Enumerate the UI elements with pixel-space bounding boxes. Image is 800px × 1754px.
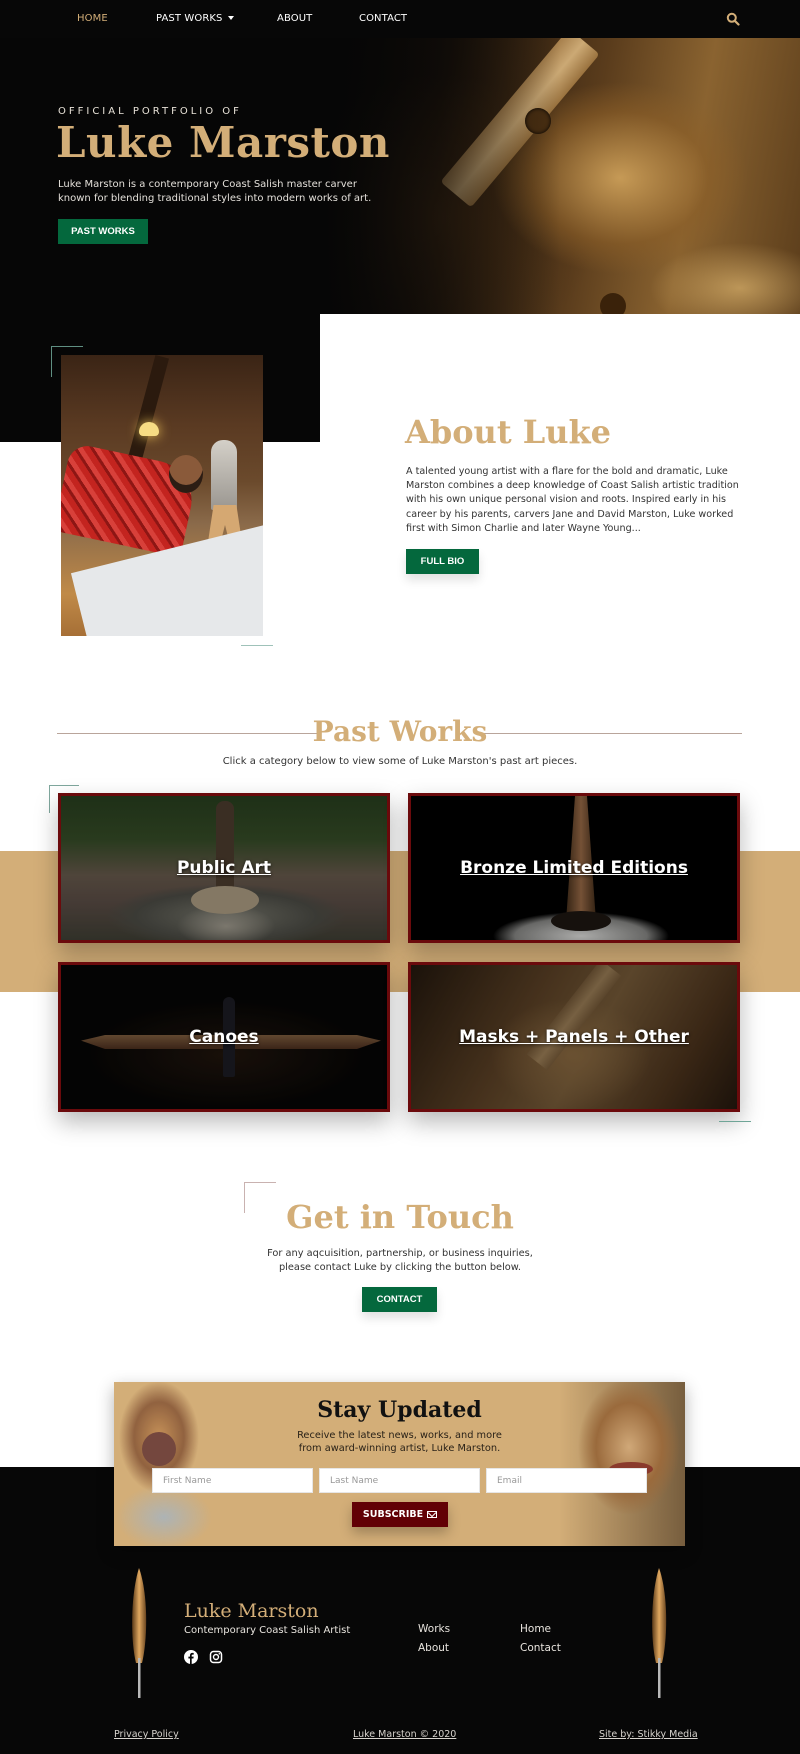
nav-contact[interactable]: CONTACT — [359, 13, 407, 24]
full-bio-button[interactable]: FULL BIO — [406, 549, 479, 574]
envelope-icon — [427, 1511, 438, 1518]
subscribe-button[interactable]: SUBSCRIBE — [352, 1502, 448, 1527]
hero-description: Luke Marston is a contemporary Coast Sal… — [58, 179, 372, 204]
footer-link-home[interactable]: Home — [520, 1623, 551, 1635]
category-tile-bronze[interactable]: Bronze Limited Editions — [408, 793, 740, 943]
search-icon[interactable] — [726, 12, 740, 26]
category-label[interactable]: Canoes — [61, 1027, 387, 1047]
contact-text-line2: please contact Luke by clicking the butt… — [278, 1262, 522, 1273]
footer-link-works[interactable]: Works — [418, 1623, 450, 1635]
past-works-title: Past Works — [312, 715, 488, 748]
newsletter-card: Stay Updated Receive the latest news, wo… — [114, 1382, 685, 1546]
hero-title: Luke Marston — [56, 118, 390, 167]
footer-link-about[interactable]: About — [418, 1642, 449, 1654]
newsletter-text-line2: from award-winning artist, Luke Marston. — [298, 1442, 501, 1454]
caret-down-icon — [228, 16, 235, 20]
category-label[interactable]: Public Art — [61, 858, 387, 878]
facebook-icon[interactable] — [184, 1650, 198, 1664]
footer-name: Luke Marston — [184, 1600, 319, 1622]
feather-icon-left — [132, 1568, 147, 1698]
top-navigation: HOME PAST WORKS ABOUT CONTACT — [0, 0, 800, 38]
category-label[interactable]: Bronze Limited Editions — [411, 858, 737, 878]
hero-carving-image — [320, 38, 800, 314]
about-text: A talented young artist with a flare for… — [406, 466, 739, 534]
category-tile-public-art[interactable]: Public Art — [58, 793, 390, 943]
category-label[interactable]: Masks + Panels + Other — [411, 1027, 737, 1047]
subscribe-label: SUBSCRIBE — [362, 1509, 424, 1520]
newsletter-text-line1: Receive the latest news, works, and more — [297, 1430, 502, 1441]
past-works-subtitle: Click a category below to view some of L… — [222, 756, 578, 767]
copyright-link[interactable]: Luke Marston © 2020 — [353, 1729, 456, 1740]
nav-past-works[interactable]: PAST WORKS — [156, 13, 235, 24]
newsletter-title: Stay Updated — [317, 1397, 482, 1423]
last-name-input[interactable] — [319, 1468, 480, 1493]
hero-past-works-button[interactable]: PAST WORKS — [58, 219, 148, 244]
privacy-policy-link[interactable]: Privacy Policy — [114, 1729, 179, 1740]
email-input[interactable] — [486, 1468, 647, 1493]
category-tile-masks[interactable]: Masks + Panels + Other — [408, 962, 740, 1112]
decorative-line — [241, 645, 273, 646]
site-credit-link[interactable]: Site by: Stikky Media — [599, 1729, 698, 1740]
hero-section: OFFICIAL PORTFOLIO OF Luke Marston Luke … — [0, 38, 800, 314]
contact-text: For any aqcuisition, partnership, or bus… — [0, 1247, 800, 1275]
instagram-icon[interactable] — [209, 1650, 223, 1664]
newsletter-text: Receive the latest news, works, and more… — [114, 1430, 685, 1455]
hero-eyebrow: OFFICIAL PORTFOLIO OF — [58, 106, 242, 117]
about-photo — [61, 355, 263, 636]
nav-past-works-label: PAST WORKS — [156, 13, 223, 24]
nav-home[interactable]: HOME — [77, 13, 108, 24]
footer-tagline: Contemporary Coast Salish Artist — [184, 1625, 351, 1636]
nav-about[interactable]: ABOUT — [277, 13, 312, 24]
contact-title: Get in Touch — [286, 1198, 514, 1236]
footer-link-contact[interactable]: Contact — [520, 1642, 561, 1654]
contact-button[interactable]: CONTACT — [362, 1287, 437, 1312]
first-name-input[interactable] — [152, 1468, 313, 1493]
decorative-line — [719, 1121, 751, 1122]
contact-text-line1: For any aqcuisition, partnership, or bus… — [267, 1248, 533, 1259]
about-title: About Luke — [405, 413, 612, 451]
feather-icon-right — [652, 1568, 667, 1698]
category-tile-canoes[interactable]: Canoes — [58, 962, 390, 1112]
